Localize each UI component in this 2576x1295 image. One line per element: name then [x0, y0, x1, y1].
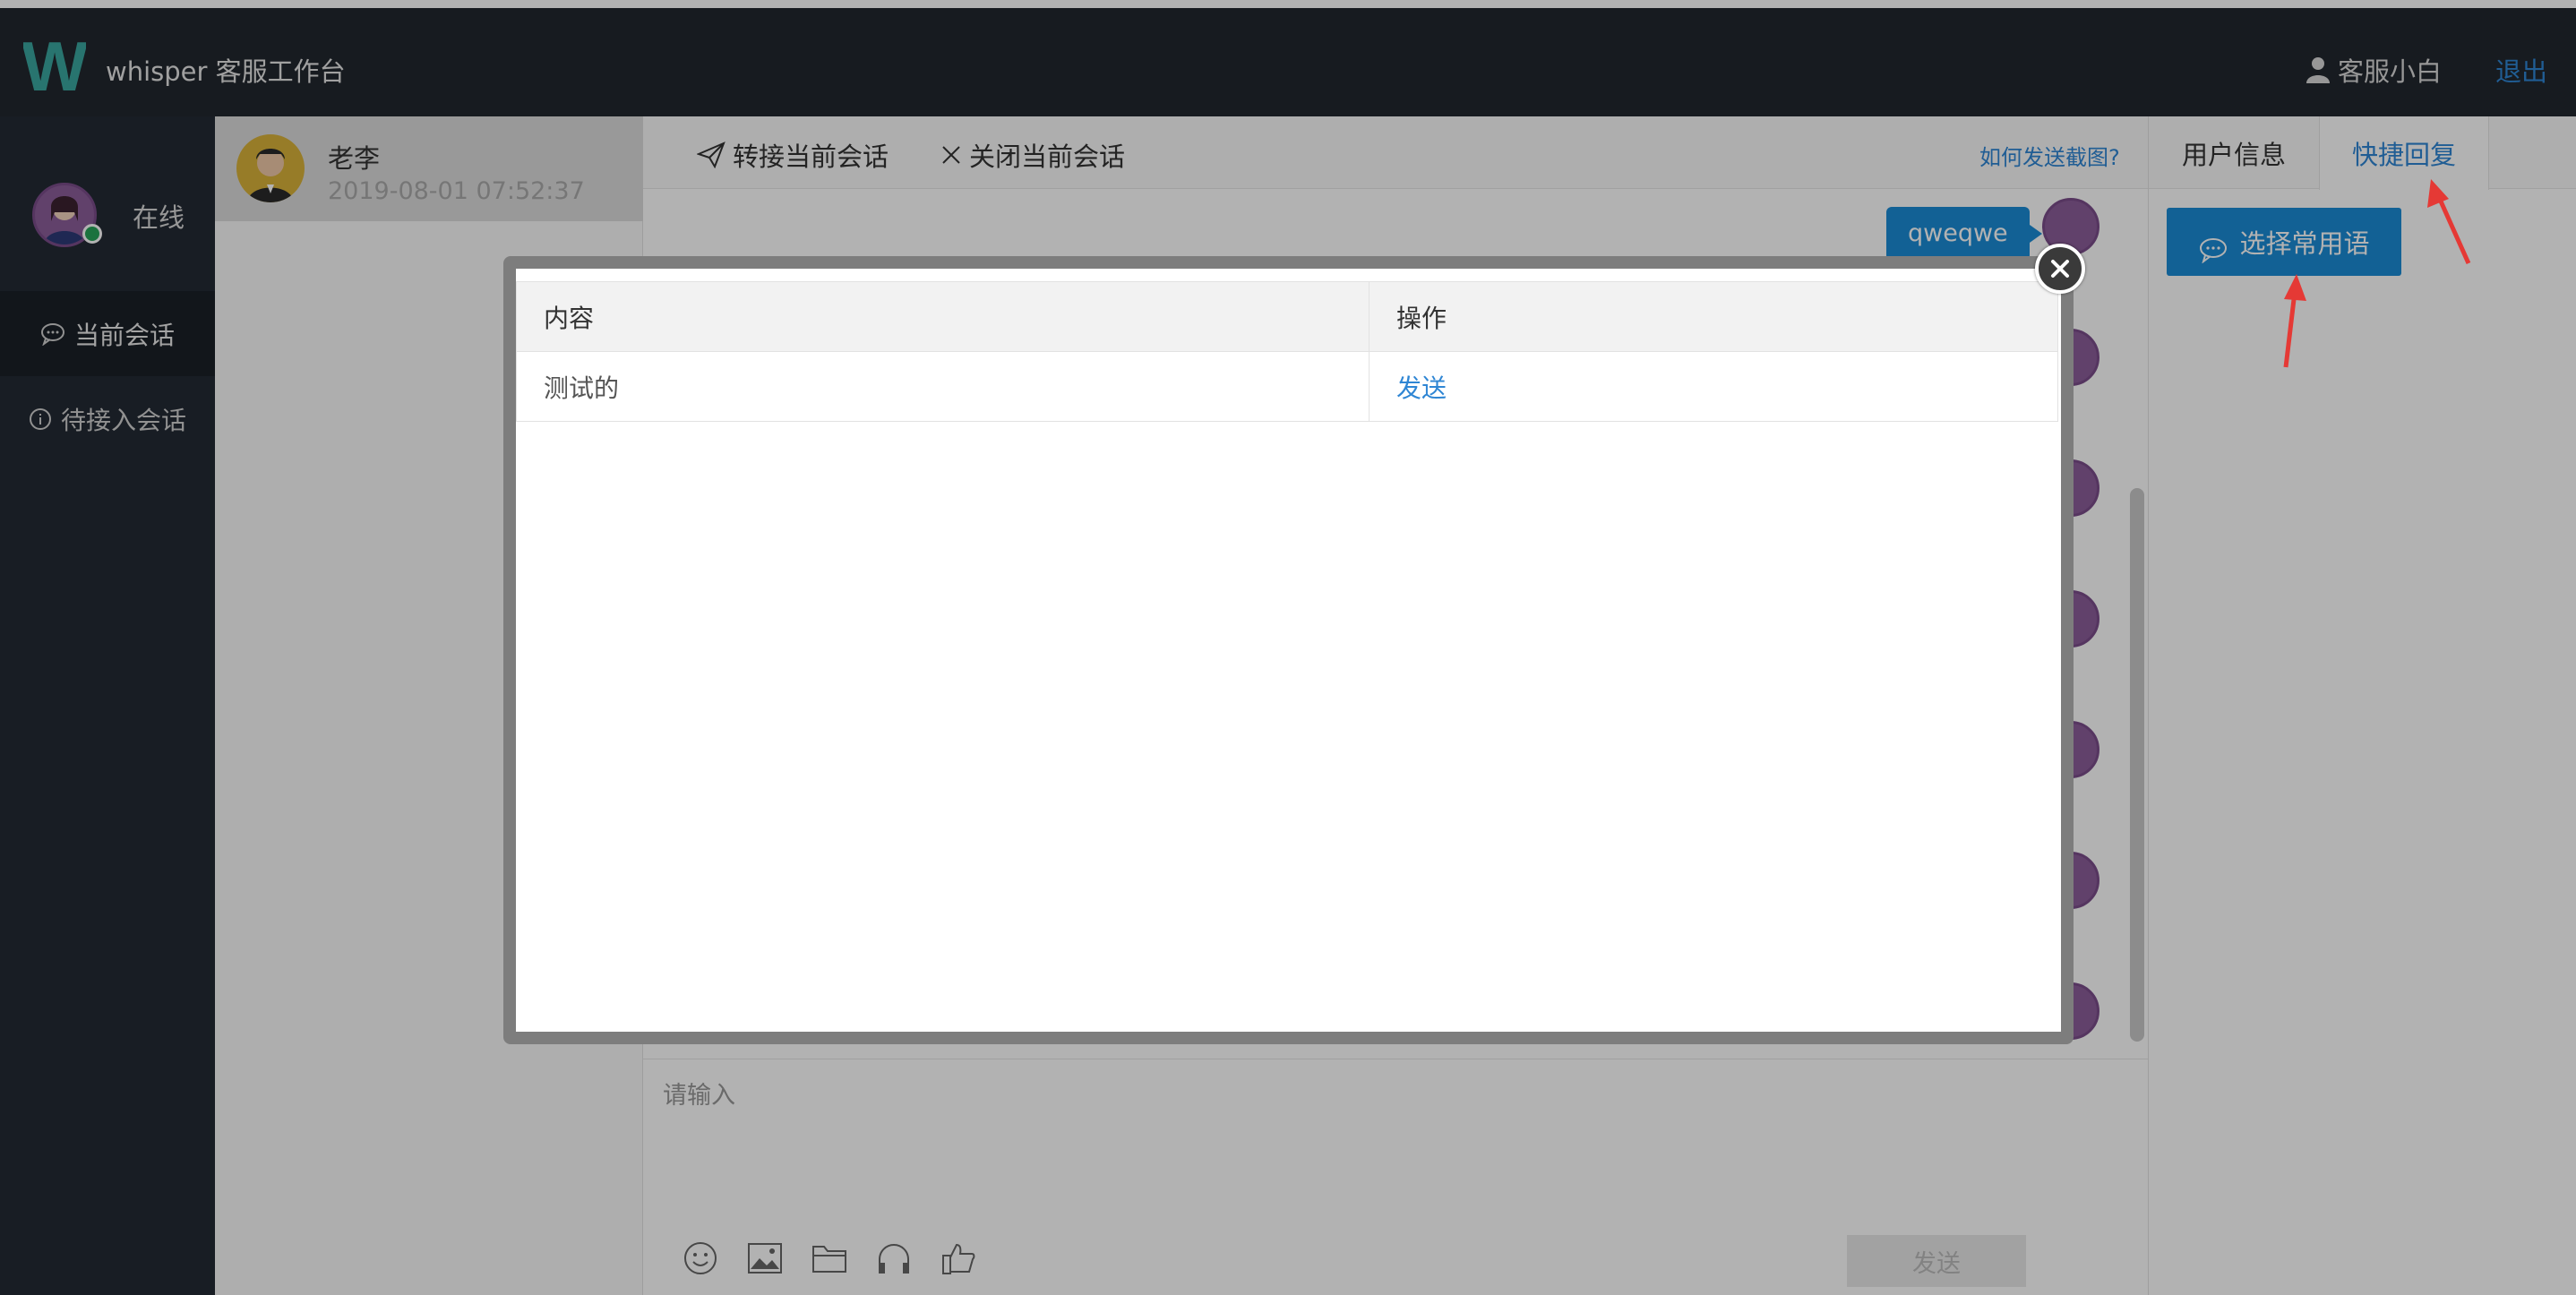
quick-reply-dialog: 内容 操作 测试的 发送	[503, 256, 2074, 1044]
phrase-action-cell: 发送	[1369, 351, 2058, 422]
send-phrase-link[interactable]: 发送	[1396, 373, 1447, 403]
phrase-content: 测试的	[516, 351, 1370, 422]
dialog-close-button[interactable]	[2035, 244, 2085, 294]
close-icon	[2051, 260, 2069, 278]
column-header-content: 内容	[516, 281, 1370, 352]
table-row: 测试的 发送	[516, 351, 2058, 422]
phrase-table: 内容 操作 测试的 发送	[516, 281, 2058, 422]
table-header-row: 内容 操作	[516, 281, 2058, 352]
column-header-action: 操作	[1369, 281, 2058, 352]
